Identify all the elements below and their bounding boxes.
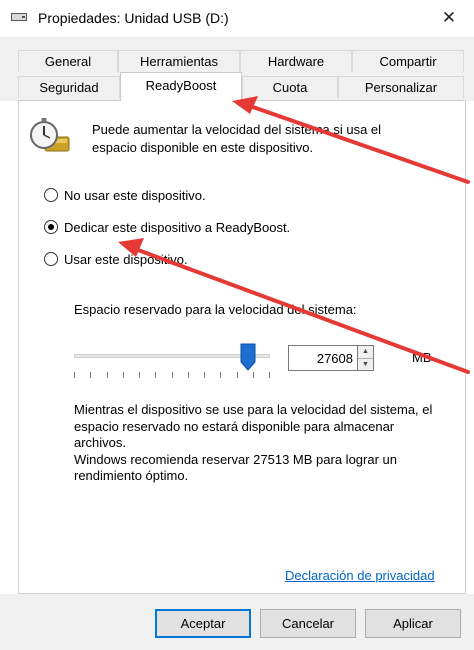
ok-button[interactable]: Aceptar — [155, 609, 251, 638]
stopwatch-drive-icon — [30, 118, 70, 152]
cancel-button[interactable]: Cancelar — [260, 609, 356, 638]
tab-seguridad[interactable]: Seguridad — [18, 76, 120, 98]
radio-label-dedicar: Dedicar este dispositivo a ReadyBoost. — [64, 219, 291, 235]
option-no-usar[interactable]: No usar este dispositivo. — [44, 185, 206, 205]
slider-tick — [253, 372, 254, 378]
reserve-note-recommendation: Windows recomienda reservar 27513 MB par… — [74, 451, 397, 484]
reserve-spinner: ▲ ▼ — [358, 345, 374, 371]
tab-herramientas[interactable]: Herramientas — [118, 50, 240, 72]
option-dedicar[interactable]: Dedicar este dispositivo a ReadyBoost. — [44, 217, 290, 237]
readyboost-intro: Puede aumentar la velocidad del sistema … — [92, 122, 382, 155]
reserve-size-input[interactable] — [288, 345, 358, 371]
reserve-note: Mientras el dispositivo se use para la v… — [74, 402, 444, 485]
slider-tick — [269, 372, 270, 378]
slider-tick — [237, 372, 238, 378]
size-unit: MB — [412, 350, 432, 365]
tab-readyboost[interactable]: ReadyBoost — [120, 72, 242, 101]
slider-tick — [172, 372, 173, 378]
window-title: Propiedades: Unidad USB (D:) — [38, 10, 229, 26]
spin-up-icon[interactable]: ▲ — [358, 346, 373, 359]
radio-label-no-usar: No usar este dispositivo. — [64, 187, 206, 203]
option-usar[interactable]: Usar este dispositivo. — [44, 249, 188, 269]
title-bar: Propiedades: Unidad USB (D:) ✕ — [0, 0, 474, 37]
close-button[interactable]: ✕ — [436, 6, 462, 30]
radio-label-usar: Usar este dispositivo. — [64, 251, 188, 267]
slider-tick — [90, 372, 91, 378]
slider-tick — [74, 372, 75, 378]
tab-hardware[interactable]: Hardware — [240, 50, 352, 72]
slider-tick — [155, 372, 156, 378]
privacy-link[interactable]: Declaración de privacidad — [285, 568, 435, 583]
apply-button[interactable]: Aplicar — [365, 609, 461, 638]
reserve-label: Espacio reservado para la velocidad del … — [74, 302, 357, 317]
usb-drive-icon — [11, 13, 27, 21]
tab-general[interactable]: General — [18, 50, 118, 72]
tab-cuota[interactable]: Cuota — [242, 76, 338, 98]
slider-tick — [107, 372, 108, 378]
slider-tick — [123, 372, 124, 378]
radio-dedicar[interactable] — [44, 220, 58, 234]
reserve-note-warning: Mientras el dispositivo se use para la v… — [74, 402, 433, 450]
tab-personalizar[interactable]: Personalizar — [338, 76, 464, 98]
spin-down-icon[interactable]: ▼ — [358, 359, 373, 371]
tab-compartir[interactable]: Compartir — [352, 50, 464, 72]
radio-usar[interactable] — [44, 252, 58, 266]
slider-ticks — [74, 372, 270, 380]
radio-no-usar[interactable] — [44, 188, 58, 202]
slider-tick — [220, 372, 221, 378]
reserve-slider-thumb[interactable] — [240, 343, 256, 371]
slider-tick — [139, 372, 140, 378]
slider-tick — [188, 372, 189, 378]
slider-tick — [204, 372, 205, 378]
